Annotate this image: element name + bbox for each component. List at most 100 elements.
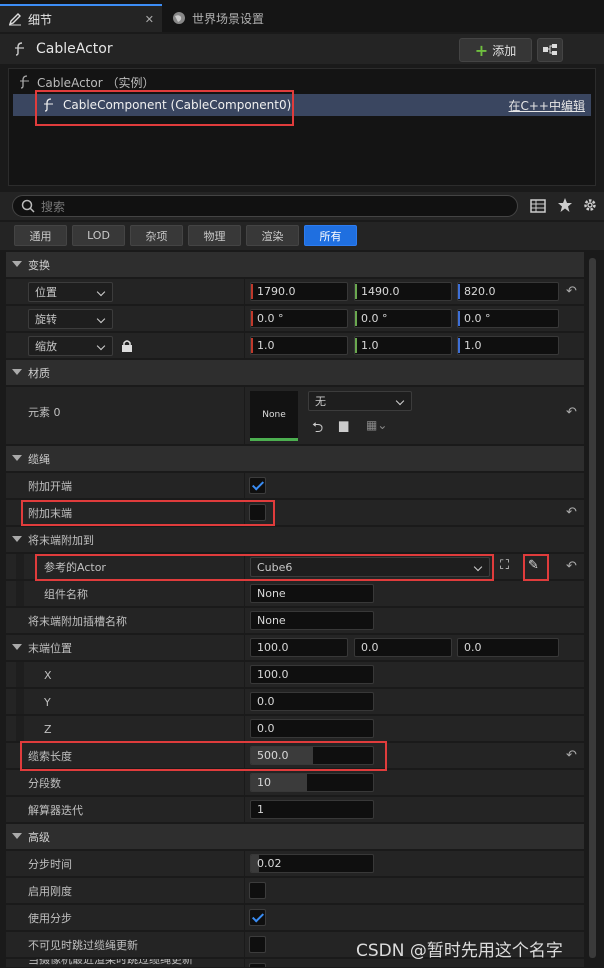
end-location-y[interactable]: 0.0: [354, 638, 452, 657]
search-placeholder: 搜索: [41, 199, 66, 214]
divider: [244, 554, 245, 579]
rotation-z[interactable]: 0.0 °: [457, 309, 559, 328]
segments-slider[interactable]: 10: [250, 773, 374, 792]
divider: [244, 797, 245, 822]
select-actor-icon[interactable]: ⛶: [500, 558, 509, 573]
chevron-down-icon: [96, 287, 106, 297]
rotation-dropdown[interactable]: 旋转: [28, 309, 113, 329]
divider: [244, 306, 245, 331]
value: 820.0: [464, 285, 496, 298]
star-icon[interactable]: [557, 197, 573, 213]
x-axis-marker: [251, 284, 253, 299]
filter-general[interactable]: 通用: [14, 225, 67, 246]
row-segments: 分段数 10: [6, 770, 584, 796]
collapse-arrow-icon[interactable]: [12, 644, 22, 650]
end-y-input[interactable]: 0.0: [250, 692, 374, 711]
ref-actor-label: 参考的Actor: [44, 561, 106, 574]
edit-in-cpp-link[interactable]: 在C++中编辑: [509, 97, 586, 114]
end-location-z[interactable]: 0.0: [457, 638, 559, 657]
row-use-substep: 使用分步: [6, 905, 584, 931]
x-axis-marker: [251, 311, 253, 326]
attach-start-checkbox[interactable]: [249, 477, 266, 494]
reset-icon[interactable]: ↶: [566, 284, 577, 299]
filter-all[interactable]: 所有: [304, 225, 357, 246]
tree-selected-item[interactable]: CableComponent (CableComponent0) 在C++中编辑: [13, 94, 591, 116]
scale-z[interactable]: 1.0: [457, 336, 559, 355]
filter-lod[interactable]: LOD: [72, 225, 125, 246]
scrollbar-thumb[interactable]: [589, 258, 596, 958]
browse-icon[interactable]: ▆: [339, 418, 348, 432]
tab-world-settings[interactable]: 世界场景设置: [164, 4, 284, 32]
reset-icon[interactable]: ↶: [566, 505, 577, 520]
filter-misc[interactable]: 杂项: [130, 225, 183, 246]
category-materials[interactable]: 材质: [6, 360, 584, 386]
end-z-input[interactable]: 0.0: [250, 719, 374, 738]
filter-physics[interactable]: 物理: [188, 225, 241, 246]
scale-y[interactable]: 1.0: [354, 336, 452, 355]
reset-icon[interactable]: ↶: [566, 748, 577, 763]
socket-name-input[interactable]: None: [250, 611, 374, 630]
row-stiffness: 启用刚度: [6, 878, 584, 904]
use-substep-checkbox[interactable]: [249, 909, 266, 926]
tree-root-item[interactable]: CableActor （实例）: [13, 71, 591, 93]
component-name-label: 组件名称: [44, 588, 88, 601]
location-x[interactable]: 1790.0: [250, 282, 348, 301]
divider: [244, 851, 245, 876]
chevron-down-icon: [96, 341, 106, 351]
divider: [244, 279, 245, 304]
component-name-input[interactable]: None: [250, 584, 374, 603]
material-thumbnail[interactable]: None: [250, 391, 298, 441]
rotation-y[interactable]: 0.0 °: [354, 309, 452, 328]
checker-icon[interactable]: ▦⌄: [366, 418, 387, 432]
value: 0.0 °: [464, 312, 491, 325]
skip-recent-checkbox[interactable]: [249, 963, 266, 967]
ref-actor-dropdown[interactable]: Cube6: [250, 557, 490, 577]
rotation-x[interactable]: 0.0 °: [250, 309, 348, 328]
add-button-label: 添加: [492, 43, 517, 58]
material-dropdown[interactable]: 无: [308, 391, 412, 411]
blueprint-button[interactable]: [537, 38, 563, 62]
scrollbar[interactable]: [588, 252, 597, 968]
row-rotation: 旋转 0.0 ° 0.0 ° 0.0 °: [6, 306, 584, 332]
end-location-label: 末端位置: [28, 642, 72, 655]
add-button[interactable]: + 添加: [459, 38, 532, 62]
value: 1490.0: [361, 285, 400, 298]
end-location-x[interactable]: 100.0: [250, 638, 348, 657]
end-x-input[interactable]: 100.0: [250, 665, 374, 684]
reset-icon[interactable]: ↶: [566, 559, 577, 574]
close-icon[interactable]: ✕: [145, 13, 154, 26]
location-dropdown[interactable]: 位置: [28, 282, 113, 302]
category-cable[interactable]: 缆绳: [6, 446, 584, 472]
cable-length-slider[interactable]: 500.0: [250, 746, 374, 765]
row-attach-end-to[interactable]: 将末端附加到: [6, 527, 584, 553]
value: 100.0: [257, 668, 289, 681]
location-y[interactable]: 1490.0: [354, 282, 452, 301]
location-z[interactable]: 820.0: [457, 282, 559, 301]
search-input[interactable]: 搜索: [12, 195, 518, 217]
lock-icon[interactable]: [121, 339, 133, 353]
row-attach-start: 附加开端: [6, 473, 584, 499]
grid-icon[interactable]: [530, 198, 546, 214]
gear-icon[interactable]: [582, 197, 598, 213]
use-selected-icon[interactable]: ⮌: [312, 417, 323, 441]
divider: [244, 473, 245, 498]
filter-rendering[interactable]: 渲染: [246, 225, 299, 246]
actor-icon: [20, 75, 29, 89]
solver-iterations-input[interactable]: 1: [250, 800, 374, 819]
z-label: Z: [44, 722, 52, 736]
globe-icon: [173, 12, 185, 24]
value: 0.02: [257, 857, 282, 870]
attach-end-checkbox[interactable]: [249, 504, 266, 521]
category-transform[interactable]: 变换: [6, 252, 584, 278]
scale-x[interactable]: 1.0: [250, 336, 348, 355]
stiffness-checkbox[interactable]: [249, 882, 266, 899]
tab-details[interactable]: 细节 ✕: [0, 4, 162, 32]
skip-invisible-checkbox[interactable]: [249, 936, 266, 953]
eyedropper-icon[interactable]: ✎: [528, 558, 539, 573]
socket-name-label: 将末端附加插槽名称: [28, 615, 127, 628]
solver-iterations-label: 解算器迭代: [28, 804, 83, 817]
reset-icon[interactable]: ↶: [566, 405, 577, 420]
scale-dropdown[interactable]: 缩放: [28, 336, 113, 356]
category-advanced[interactable]: 高级: [6, 824, 584, 850]
substep-time-slider[interactable]: 0.02: [250, 854, 374, 873]
